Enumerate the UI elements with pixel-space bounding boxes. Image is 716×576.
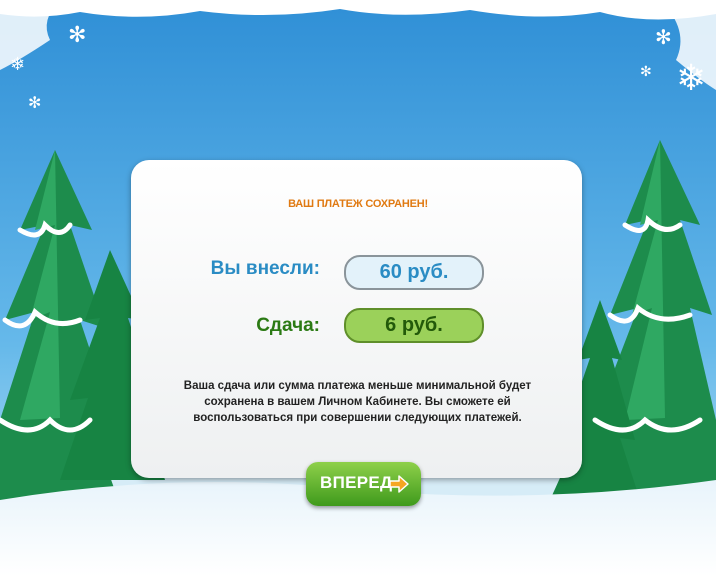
arrow-right-icon — [389, 475, 409, 493]
svg-text:✻: ✻ — [28, 93, 41, 112]
svg-text:❄: ❄ — [676, 58, 706, 99]
svg-text:✻: ✻ — [640, 64, 652, 80]
dialog-title: ВАШ ПЛАТЕЖ СОХРАНЕН! — [288, 198, 428, 210]
change-label: Сдача: — [256, 315, 320, 336]
paid-amount: 60 руб. — [344, 255, 484, 290]
paid-label: Вы внесли: — [210, 258, 320, 279]
info-message: Ваша сдача или сумма платежа меньше мини… — [183, 380, 532, 424]
svg-text:❄: ❄ — [10, 54, 25, 75]
svg-text:✻: ✻ — [68, 23, 86, 48]
next-button[interactable]: ВПЕРЕД — [306, 462, 421, 506]
change-amount: 6 руб. — [344, 308, 484, 343]
next-button-label: ВПЕРЕД — [320, 473, 393, 492]
svg-text:✻: ✻ — [655, 25, 672, 49]
